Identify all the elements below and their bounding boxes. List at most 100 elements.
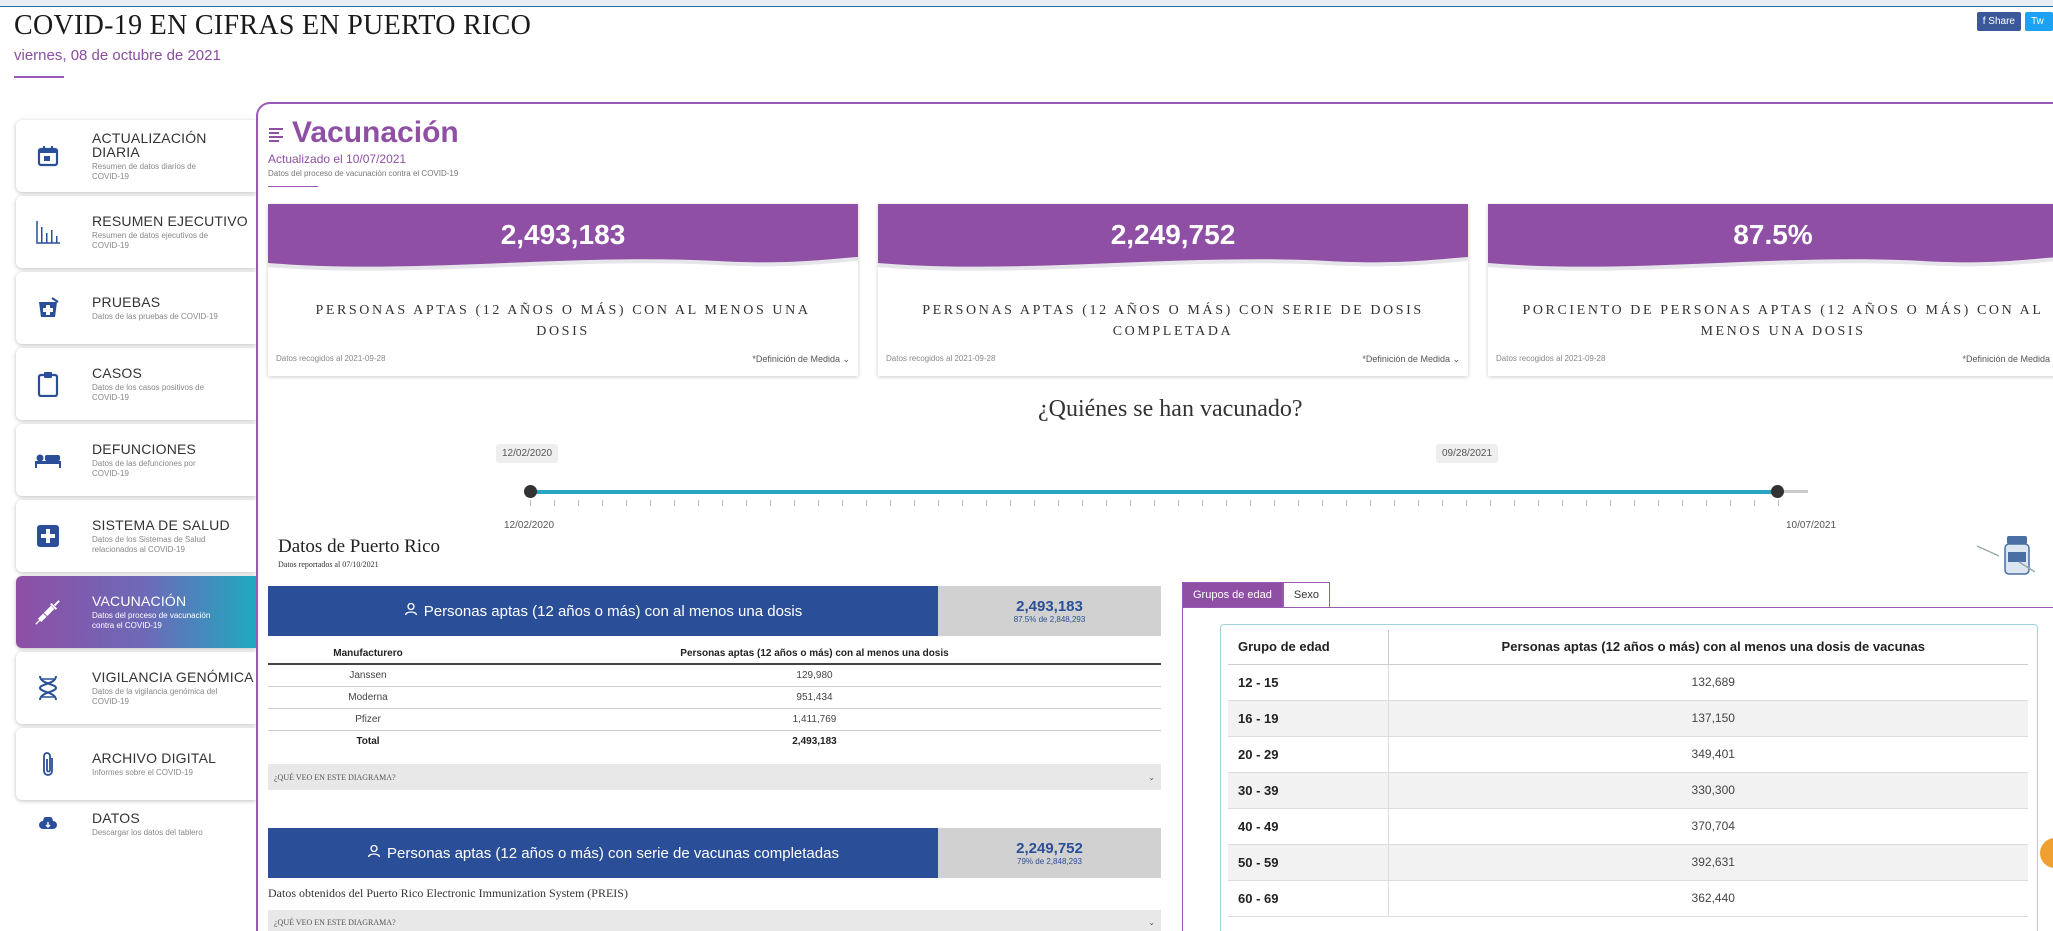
table-row: 60 - 69 362,440 bbox=[1228, 880, 2028, 917]
clipboard-icon bbox=[34, 370, 62, 398]
complete-series-percent: 79% de 2,848,293 bbox=[1017, 857, 1082, 866]
accordion-label: ¿QUÉ VEO EN ESTE DIAGRAMA? bbox=[274, 917, 396, 927]
sidebar-item-title: VACUNACIÓN bbox=[92, 592, 187, 609]
puerto-rico-data-title: Datos de Puerto Rico bbox=[278, 536, 441, 557]
sidebar-item-subtitle: Datos de los casos positivos de COVID-19 bbox=[92, 382, 205, 402]
sidebar-item-pruebas[interactable]: PRUEBAS Datos de las pruebas de COVID-19 bbox=[16, 272, 256, 344]
value-cell: 129,980 bbox=[468, 664, 1161, 687]
who-vaccinated-title: ¿Quiénes se han vacunado? bbox=[1038, 396, 1303, 422]
share-buttons: f Share Tw bbox=[1976, 12, 2053, 31]
definition-toggle[interactable]: *Definición de Medida ⌄ bbox=[752, 354, 850, 365]
age-group-cell: 20 - 29 bbox=[1228, 736, 1388, 773]
slider-start-tooltip: 12/02/2020 bbox=[496, 444, 559, 463]
definition-toggle[interactable]: *Definición de Medida ⌄ bbox=[1362, 354, 1460, 365]
sidebar-item-datos[interactable]: DATOS Descargar los datos del tablero bbox=[16, 804, 256, 844]
kpi-value: 87.5% bbox=[1733, 219, 1813, 250]
sidebar-item-vacunacion[interactable]: VACUNACIÓN Datos del proceso de vacunació… bbox=[16, 576, 256, 648]
section-description: Datos del proceso de vacunación contra e… bbox=[268, 169, 459, 178]
one-dose-total: 2,493,183 bbox=[1016, 598, 1083, 615]
manufacturer-cell: Moderna bbox=[268, 686, 468, 709]
one-dose-percent: 87.5% de 2,848,293 bbox=[1013, 615, 1086, 624]
section-title: Vacunación bbox=[268, 116, 459, 150]
value-cell: 1,411,769 bbox=[468, 708, 1161, 731]
section-divider bbox=[268, 186, 318, 187]
calendar-icon bbox=[34, 142, 62, 170]
sidebar-item-archivo-digital[interactable]: ARCHIVO DIGITAL Informes sobre el COVID-1… bbox=[16, 728, 256, 800]
sidebar-item-subtitle: Informes sobre el COVID-19 bbox=[92, 767, 193, 777]
kpi-card-one-dose: 2,493,183 PERSONAS APTAS (12 AÑOS O MÁS)… bbox=[268, 204, 858, 376]
column-header: Personas aptas (12 años o más) con al me… bbox=[468, 644, 1161, 665]
kpi-label: PORCIENTO DE PERSONAS APTAS (12 AÑOS O M… bbox=[1522, 303, 2044, 339]
sidebar-item-subtitle: Datos del proceso de vacunación contra e… bbox=[92, 610, 211, 630]
tab-sexo[interactable]: Sexo bbox=[1282, 582, 1330, 608]
table-row: 40 - 49 370,704 bbox=[1228, 808, 2028, 845]
sidebar-item-resumen-ejecutivo[interactable]: RESUMEN EJECUTIVO Resumen de datos ejecut… bbox=[16, 196, 256, 268]
value-cell: 951,434 bbox=[468, 686, 1161, 709]
kpi-label: PERSONAS APTAS (12 AÑOS O MÁS) CON SERIE… bbox=[922, 303, 1424, 339]
value-cell: 362,440 bbox=[1387, 880, 2028, 917]
bar-chart-icon bbox=[34, 218, 62, 246]
table-row: 30 - 39 330,300 bbox=[1228, 772, 2028, 809]
sidebar-item-defunciones[interactable]: DEFUNCIONES Datos de las defunciones por … bbox=[16, 424, 256, 496]
page-date: viernes, 08 de octubre de 2021 bbox=[14, 47, 221, 64]
sidebar-item-subtitle: Datos de las defunciones por COVID-19 bbox=[92, 458, 196, 478]
sidebar-item-casos[interactable]: CASOS Datos de los casos positivos de COV… bbox=[16, 348, 256, 420]
que-veo-accordion-one[interactable]: ¿QUÉ VEO EN ESTE DIAGRAMA? ⌄ bbox=[268, 764, 1161, 790]
one-dose-title: Personas aptas (12 años o más) con al me… bbox=[268, 586, 938, 636]
sidebar-item-title: VIGILANCIA GENÓMICA bbox=[92, 668, 254, 685]
value-cell: 370,704 bbox=[1387, 808, 2028, 845]
person-icon bbox=[404, 602, 418, 620]
kpi-band: 2,493,183 bbox=[268, 204, 858, 275]
sidebar-item-title: CASOS bbox=[92, 364, 143, 381]
chevron-down-icon: ⌄ bbox=[1148, 917, 1155, 927]
sidebar-item-title: SISTEMA DE SALUD bbox=[92, 516, 230, 533]
manufacturer-cell: Janssen bbox=[268, 664, 468, 687]
one-dose-total-box: 2,493,183 87.5% de 2,848,293 bbox=[938, 586, 1161, 636]
definition-toggle[interactable]: *Definición de Medida bbox=[1962, 354, 2050, 364]
complete-series-title-text: Personas aptas (12 años o más) con serie… bbox=[387, 844, 839, 862]
sidebar-item-subtitle: Datos de los Sistemas de Salud relaciona… bbox=[92, 534, 206, 554]
test-kit-icon bbox=[34, 294, 62, 322]
que-veo-accordion-two[interactable]: ¿QUÉ VEO EN ESTE DIAGRAMA? ⌄ bbox=[268, 910, 1161, 931]
one-dose-title-text: Personas aptas (12 años o más) con al me… bbox=[423, 602, 803, 620]
section-header: Vacunación Actualizado el 10/07/2021 Dat… bbox=[268, 116, 459, 187]
facebook-share-button[interactable]: f Share bbox=[1976, 12, 2021, 31]
kpi-band: 87.5% bbox=[1488, 204, 2053, 275]
kpi-value: 2,493,183 bbox=[500, 219, 626, 250]
kpi-card-percent: 87.5% PORCIENTO DE PERSONAS APTAS (12 AÑ… bbox=[1488, 204, 2053, 376]
sidebar-item-actualizacion-diaria[interactable]: ACTUALIZACIÓN DIARIA Resumen de datos dia… bbox=[16, 120, 256, 192]
sidebar-item-title: RESUMEN EJECUTIVO bbox=[92, 212, 248, 229]
slider-end-handle[interactable] bbox=[1771, 485, 1784, 498]
sidebar-item-sistema-de-salud[interactable]: SISTEMA DE SALUD Datos de los Sistemas de… bbox=[16, 500, 256, 572]
chevron-down-icon: ⌄ bbox=[1148, 772, 1155, 782]
twitter-share-button[interactable]: Tw bbox=[2025, 12, 2053, 31]
kpi-label: PERSONAS APTAS (12 AÑOS O MÁS) CON AL ME… bbox=[315, 303, 811, 339]
table-row: 16 - 19 137,150 bbox=[1228, 700, 2028, 737]
syringe-icon bbox=[34, 598, 62, 626]
age-group-cell: 12 - 15 bbox=[1228, 664, 1388, 701]
tab-grupos-de-edad[interactable]: Grupos de edad bbox=[1182, 582, 1283, 608]
table-row: 20 - 29 349,401 bbox=[1228, 736, 2028, 773]
column-header: Personas aptas (12 años o más) con al me… bbox=[1387, 630, 2028, 665]
age-group-cell: 30 - 39 bbox=[1228, 772, 1388, 809]
complete-series-total: 2,249,752 bbox=[1016, 840, 1083, 857]
accordion-label: ¿QUÉ VEO EN ESTE DIAGRAMA? bbox=[274, 772, 396, 782]
section-title-text: Vacunación bbox=[292, 116, 459, 149]
table-row: 50 - 59 392,631 bbox=[1228, 844, 2028, 881]
kpi-band: 2,249,752 bbox=[878, 204, 1468, 275]
manufacturer-cell: Total bbox=[356, 735, 380, 747]
complete-series-total-box: 2,249,752 79% de 2,848,293 bbox=[938, 828, 1161, 878]
age-group-table: Grupo de edad Personas aptas (12 años o … bbox=[1228, 630, 2028, 917]
slider-start-handle[interactable] bbox=[524, 485, 537, 498]
source-note: Datos obtenidos del Puerto Rico Electron… bbox=[268, 886, 628, 900]
slider-ticks bbox=[530, 500, 1780, 506]
column-header: Grupo de edad bbox=[1228, 630, 1388, 665]
sidebar-item-vigilancia-genomica[interactable]: VIGILANCIA GENÓMICA Datos de la vigilanci… bbox=[16, 652, 256, 724]
cloud-download-icon bbox=[34, 810, 62, 838]
range-start-label: 12/02/2020 bbox=[504, 520, 555, 531]
date-slider-range bbox=[530, 490, 1777, 494]
range-end-label: 10/07/2021 bbox=[1786, 520, 1837, 531]
age-group-cell: 50 - 59 bbox=[1228, 844, 1388, 881]
page-title: COVID-19 EN CIFRAS EN PUERTO RICO bbox=[14, 10, 532, 41]
table-row: Pfizer 1,411,769 bbox=[268, 708, 1161, 731]
